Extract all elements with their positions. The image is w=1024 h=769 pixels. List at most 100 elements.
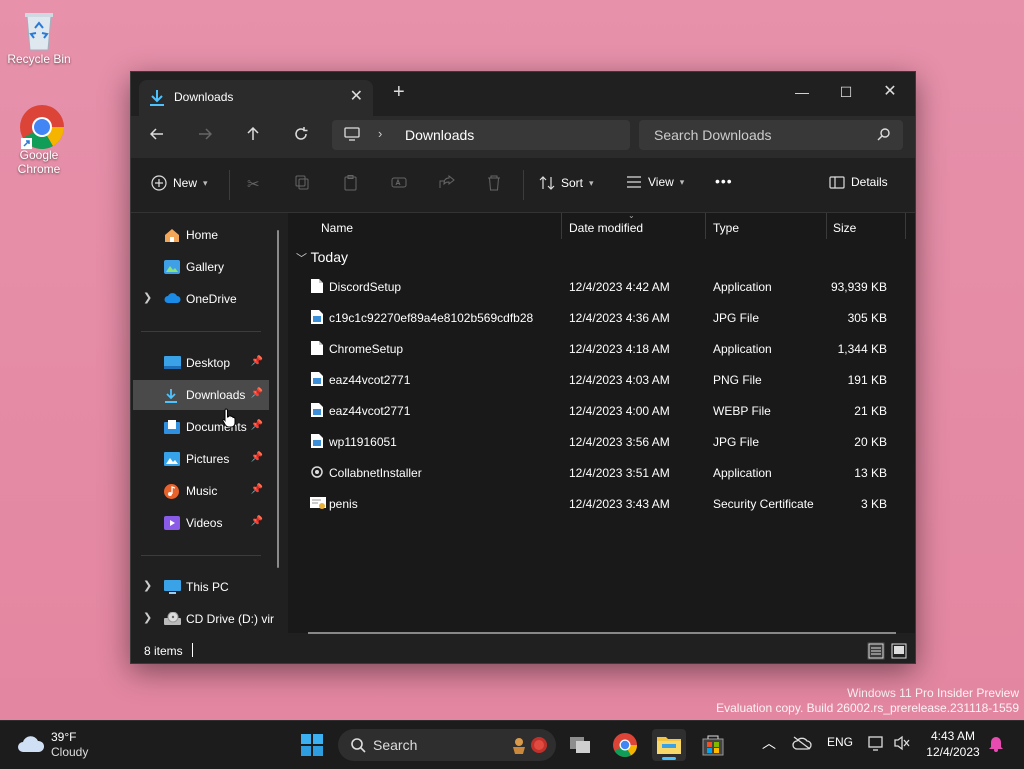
view-button[interactable]: View ▾: [626, 175, 684, 189]
show-hidden-icons-button[interactable]: ︿: [762, 733, 776, 753]
file-row[interactable]: c19c1c92270ef89a4e8102b569cdfb28 12/4/20…: [300, 302, 900, 333]
volume-tray-button[interactable]: [893, 735, 911, 754]
pin-icon[interactable]: 📌: [251, 484, 263, 495]
file-row[interactable]: eaz44vcot2771 12/4/2023 4:00 AM WEBP Fil…: [300, 395, 900, 426]
file-name: eaz44vcot2771: [329, 404, 411, 418]
column-divider[interactable]: [826, 213, 827, 239]
pin-icon[interactable]: 📌: [251, 516, 263, 527]
share-button[interactable]: [439, 175, 455, 190]
pin-icon[interactable]: 📌: [251, 356, 263, 367]
sidebar-item-pictures[interactable]: Pictures 📌: [133, 444, 269, 474]
taskbar-file-explorer-button[interactable]: [652, 729, 686, 761]
refresh-button[interactable]: [289, 126, 313, 148]
rename-button[interactable]: [391, 175, 407, 190]
file-row[interactable]: DiscordSetup 12/4/2023 4:42 AM Applicati…: [300, 271, 900, 302]
chevron-right-icon[interactable]: ❯: [143, 579, 152, 592]
sidebar-item-cd-drive[interactable]: ❯ CD Drive (D:) vir: [133, 604, 274, 634]
column-header-date-modified[interactable]: Date modified: [569, 221, 643, 235]
search-box[interactable]: Search Downloads: [639, 120, 903, 150]
maximize-button[interactable]: ☐: [823, 78, 869, 106]
clock-date: 12/4/2023: [926, 745, 980, 759]
file-type: Application: [713, 466, 772, 480]
new-label: New: [173, 176, 198, 190]
file-list: Name Date modified ⌄ Type Size ﹀ Today D…: [288, 211, 915, 634]
chrome-icon: [19, 104, 64, 149]
desktop-icon-label: Recycle Bin: [7, 52, 71, 66]
store-bag-icon: [702, 735, 724, 756]
delete-button[interactable]: [487, 175, 501, 191]
desktop-icon-chrome[interactable]: Google Chrome: [4, 104, 74, 176]
chevron-right-icon[interactable]: ❯: [143, 291, 152, 304]
taskbar-search[interactable]: Search: [338, 729, 556, 761]
search-input[interactable]: Search Downloads: [654, 127, 772, 143]
rename-icon: [391, 177, 407, 188]
cut-button[interactable]: ✂: [247, 175, 260, 193]
up-button[interactable]: [241, 126, 265, 148]
close-window-button[interactable]: ✕: [867, 78, 913, 106]
network-tray-button[interactable]: [867, 734, 885, 755]
notifications-button[interactable]: [988, 734, 1004, 755]
tab-downloads[interactable]: Downloads ✕: [139, 80, 373, 116]
file-row[interactable]: ChromeSetup 12/4/2023 4:18 AM Applicatio…: [300, 333, 900, 364]
taskbar-clock[interactable]: 4:43 AM 12/4/2023: [920, 728, 986, 760]
group-header-today[interactable]: ﹀ Today: [296, 249, 348, 266]
file-row[interactable]: eaz44vcot2771 12/4/2023 4:03 AM PNG File…: [300, 364, 900, 395]
divider: [523, 170, 524, 200]
forward-button[interactable]: [193, 126, 217, 148]
minimize-button[interactable]: —: [779, 78, 825, 106]
horizontal-scrollbar[interactable]: [308, 632, 896, 634]
column-header-size[interactable]: Size: [833, 221, 856, 235]
desktop-icon-recycle-bin[interactable]: Recycle Bin: [4, 8, 74, 66]
details-button[interactable]: Details: [829, 175, 888, 189]
sidebar-item-home[interactable]: Home: [133, 220, 269, 250]
large-icons-view-button[interactable]: [890, 642, 908, 660]
title-bar[interactable]: Downloads ✕ + — ☐ ✕: [131, 72, 915, 116]
details-view-button[interactable]: [867, 642, 885, 660]
column-divider[interactable]: [705, 213, 706, 239]
file-date: 12/4/2023 3:56 AM: [569, 435, 670, 449]
column-header-name[interactable]: Name: [321, 221, 353, 235]
task-view-button[interactable]: [564, 729, 598, 761]
sidebar-item-documents[interactable]: Documents 📌: [133, 412, 269, 442]
start-button[interactable]: [295, 729, 329, 761]
column-divider[interactable]: [905, 213, 906, 239]
cd-drive-icon: [164, 611, 181, 629]
chevron-right-icon[interactable]: ›: [378, 126, 382, 141]
sidebar-item-videos[interactable]: Videos 📌: [133, 508, 269, 538]
navigation-scrollbar[interactable]: [277, 230, 279, 568]
monitor-icon: [344, 127, 360, 144]
taskbar-search-input[interactable]: Search: [373, 737, 417, 753]
more-options-button[interactable]: •••: [715, 173, 733, 189]
copy-button[interactable]: [295, 175, 310, 190]
breadcrumb-downloads[interactable]: Downloads: [405, 127, 474, 143]
new-button[interactable]: New ▾: [151, 175, 208, 191]
sort-button[interactable]: Sort ▾: [539, 175, 594, 191]
close-tab-icon[interactable]: ✕: [350, 86, 363, 106]
onedrive-tray-button[interactable]: [792, 736, 812, 753]
language-indicator[interactable]: ENG: [827, 735, 853, 749]
taskbar-store-button[interactable]: [696, 729, 730, 761]
taskbar-chrome-button[interactable]: [608, 729, 642, 761]
pin-icon[interactable]: 📌: [251, 452, 263, 463]
new-tab-button[interactable]: +: [393, 82, 405, 102]
paste-button[interactable]: [343, 175, 358, 191]
file-row[interactable]: CollabnetInstaller 12/4/2023 3:51 AM App…: [300, 457, 900, 488]
sidebar-item-desktop[interactable]: Desktop 📌: [133, 348, 269, 378]
sidebar-item-downloads[interactable]: Downloads 📌: [133, 380, 269, 410]
back-button[interactable]: [145, 126, 169, 148]
sidebar-item-music[interactable]: Music 📌: [133, 476, 269, 506]
column-header-type[interactable]: Type: [713, 221, 739, 235]
address-field[interactable]: › Downloads: [332, 120, 630, 150]
pin-icon[interactable]: 📌: [251, 388, 263, 399]
file-type: PNG File: [713, 373, 762, 387]
file-row[interactable]: penis 12/4/2023 3:43 AM Security Certifi…: [300, 488, 900, 519]
file-date: 12/4/2023 3:51 AM: [569, 466, 670, 480]
column-divider[interactable]: [561, 213, 562, 239]
videos-icon: [164, 516, 180, 533]
sidebar-item-this-pc[interactable]: ❯ This PC: [133, 572, 269, 602]
pin-icon[interactable]: 📌: [251, 420, 263, 431]
chevron-right-icon[interactable]: ❯: [143, 611, 152, 624]
file-row[interactable]: wp11916051 12/4/2023 3:56 AM JPG File 20…: [300, 426, 900, 457]
sidebar-item-gallery[interactable]: Gallery: [133, 252, 269, 282]
sidebar-item-onedrive[interactable]: ❯ OneDrive: [133, 284, 269, 314]
